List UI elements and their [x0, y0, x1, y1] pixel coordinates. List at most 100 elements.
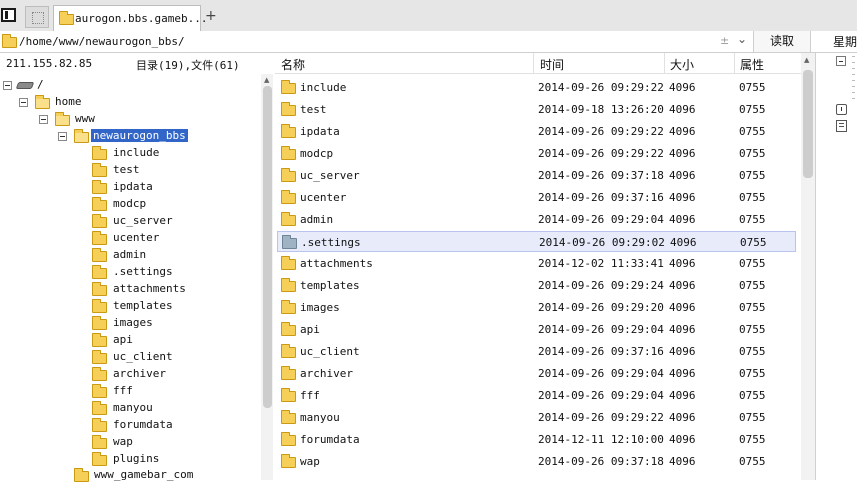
table-row[interactable]: forumdata 2014-12-11 12:10:00 4096 0755 [277, 429, 796, 450]
cell-name: .settings [301, 236, 361, 249]
table-row[interactable]: images 2014-09-26 09:29:20 4096 0755 [277, 297, 796, 318]
folder-icon [92, 333, 107, 347]
cell-name: ucenter [300, 191, 347, 204]
table-row[interactable]: ucenter 2014-09-26 09:37:16 4096 0755 [277, 187, 796, 208]
table-row[interactable]: api 2014-09-26 09:29:04 4096 0755 [277, 319, 796, 340]
cell-size: 4096 [669, 103, 696, 116]
folder-icon [281, 102, 296, 116]
clock-icon[interactable] [836, 104, 847, 115]
cell-name: attachments [300, 257, 373, 270]
cell-name: ipdata [300, 125, 340, 138]
collapse-icon[interactable] [836, 56, 846, 66]
cell-name: modcp [300, 147, 334, 160]
folder-icon [92, 435, 107, 449]
header-time[interactable]: 时间 [540, 56, 564, 73]
folder-icon [92, 350, 107, 364]
tree-scrollbar-thumb[interactable] [263, 86, 272, 408]
blank-tab[interactable] [25, 6, 49, 28]
cell-name: templates [300, 279, 360, 292]
cell-perm: 0755 [739, 103, 766, 116]
column-divider[interactable] [533, 53, 534, 73]
cell-size: 4096 [669, 257, 696, 270]
collapse-icon[interactable] [19, 98, 28, 107]
table-row[interactable]: uc_client 2014-09-26 09:37:16 4096 0755 [277, 341, 796, 362]
cell-size: 4096 [669, 279, 696, 292]
chevron-down-icon[interactable]: ⌄ [737, 32, 747, 46]
server-ip: 211.155.82.85 [6, 57, 93, 70]
scroll-up-arrow-icon[interactable]: ▲ [804, 56, 809, 64]
cell-perm: 0755 [739, 389, 766, 402]
table-row[interactable]: modcp 2014-09-26 09:29:22 4096 0755 [277, 143, 796, 164]
folder-icon [92, 282, 107, 296]
cell-size: 4096 [669, 213, 696, 226]
cell-size: 4096 [669, 345, 696, 358]
cell-name: include [300, 81, 347, 94]
sidebar-toggle-icon[interactable] [1, 8, 16, 22]
folder-icon [281, 300, 296, 314]
cell-name: archiver [300, 367, 353, 380]
table-row[interactable]: attachments 2014-12-02 11:33:41 4096 0755 [277, 253, 796, 274]
list-scrollbar-thumb[interactable] [803, 70, 813, 178]
cell-time: 2014-09-18 13:26:20 [538, 103, 664, 116]
folder-icon [281, 344, 296, 358]
collapse-icon[interactable] [3, 81, 12, 90]
cell-name: uc_server [300, 169, 360, 182]
cell-size: 4096 [669, 147, 696, 160]
cell-name: wap [300, 455, 320, 468]
read-button[interactable]: 读取 [753, 31, 811, 52]
new-tab-button[interactable]: + [205, 8, 217, 24]
weekday-label: 星期 [833, 35, 857, 49]
cell-time: 2014-09-26 09:29:24 [538, 279, 664, 292]
cell-time: 2014-09-26 09:29:20 [538, 301, 664, 314]
file-list-header: 名称 时间 大小 属性 [275, 53, 801, 74]
cell-time: 2014-12-11 12:10:00 [538, 433, 664, 446]
cell-time: 2014-09-26 09:29:04 [538, 367, 664, 380]
table-row[interactable]: manyou 2014-09-26 09:29:22 4096 0755 [277, 407, 796, 428]
cell-perm: 0755 [740, 236, 767, 249]
folder-icon [92, 248, 107, 262]
table-row[interactable]: include 2014-09-26 09:29:22 4096 0755 [277, 77, 796, 98]
cell-perm: 0755 [739, 433, 766, 446]
header-name[interactable]: 名称 [281, 56, 305, 73]
cell-perm: 0755 [739, 169, 766, 182]
table-row[interactable]: test 2014-09-18 13:26:20 4096 0755 [277, 99, 796, 120]
tab-active[interactable]: aurogon.bbs.gameb... [53, 5, 207, 32]
cell-time: 2014-09-26 09:29:02 [539, 236, 665, 249]
address-input[interactable]: /home/www/newaurogon_bbs/ [19, 35, 185, 48]
header-size[interactable]: 大小 [670, 56, 694, 73]
table-row[interactable]: ipdata 2014-09-26 09:29:22 4096 0755 [277, 121, 796, 142]
table-row[interactable]: uc_server 2014-09-26 09:37:18 4096 0755 [277, 165, 796, 186]
folder-icon [281, 212, 296, 226]
right-side-panel [815, 53, 857, 480]
cell-size: 4096 [669, 411, 696, 424]
cell-name: images [300, 301, 340, 314]
header-perm[interactable]: 属性 [740, 56, 764, 73]
cell-size: 4096 [669, 81, 696, 94]
folder-icon [281, 80, 296, 94]
folder-open-icon [35, 95, 50, 109]
table-row[interactable]: archiver 2014-09-26 09:29:04 4096 0755 [277, 363, 796, 384]
collapse-icon[interactable] [39, 115, 48, 124]
plus-minus-icon[interactable]: ± [720, 34, 729, 47]
column-divider[interactable] [734, 53, 735, 73]
cell-perm: 0755 [739, 411, 766, 424]
cell-perm: 0755 [739, 81, 766, 94]
collapse-icon[interactable] [58, 132, 67, 141]
table-row[interactable]: wap 2014-09-26 09:37:18 4096 0755 [277, 451, 796, 472]
table-row[interactable]: .settings 2014-09-26 09:29:02 4096 0755 [277, 231, 796, 252]
folder-icon [281, 410, 296, 424]
cell-name: forumdata [300, 433, 360, 446]
folder-icon [2, 34, 17, 48]
column-divider[interactable] [664, 53, 665, 73]
cell-time: 2014-12-02 11:33:41 [538, 257, 664, 270]
table-row[interactable]: templates 2014-09-26 09:29:24 4096 0755 [277, 275, 796, 296]
cell-size: 4096 [670, 236, 697, 249]
folder-icon [281, 146, 296, 160]
folder-icon [92, 231, 107, 245]
folder-icon [281, 388, 296, 402]
scroll-up-arrow-icon[interactable]: ▲ [264, 76, 269, 84]
note-icon[interactable] [836, 120, 847, 132]
folder-icon [281, 256, 296, 270]
table-row[interactable]: admin 2014-09-26 09:29:04 4096 0755 [277, 209, 796, 230]
table-row[interactable]: fff 2014-09-26 09:29:04 4096 0755 [277, 385, 796, 406]
